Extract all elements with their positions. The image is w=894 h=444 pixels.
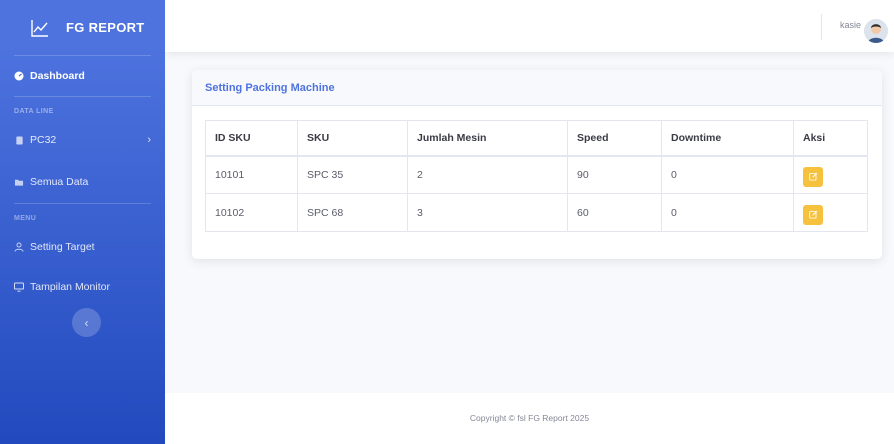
user-name[interactable]: kasie xyxy=(840,20,861,30)
table-row: 10102 SPC 68 3 60 0 xyxy=(205,193,868,232)
copyright-text: Copyright © fsl FG Report 2025 xyxy=(469,413,590,423)
sidebar-item-semua-data[interactable]: Semua Data xyxy=(0,163,165,201)
setting-packing-card: Setting Packing Machine ID SKU SKU Jumla… xyxy=(192,70,882,259)
sidebar: FG REPORT Dashboard DATA LINE PC32 › Sem… xyxy=(0,0,165,444)
cell-jumlah-mesin: 2 xyxy=(407,155,568,194)
edit-icon xyxy=(808,172,817,181)
edit-button[interactable] xyxy=(803,166,823,187)
table-header-aksi: Aksi xyxy=(793,120,868,157)
table-header-id-sku: ID SKU xyxy=(205,120,298,157)
user-avatar-icon xyxy=(864,19,888,43)
table-header-sku: SKU xyxy=(297,120,408,157)
table-row: 10101 SPC 35 2 90 0 xyxy=(205,155,868,194)
sidebar-toggle-button[interactable]: ‹ xyxy=(72,308,101,337)
card-title: Setting Packing Machine xyxy=(192,70,882,106)
topbar-divider xyxy=(821,14,822,40)
brand[interactable]: FG REPORT xyxy=(0,0,165,55)
sidebar-divider xyxy=(14,203,151,204)
chevron-right-icon: › xyxy=(147,134,151,146)
table-header-downtime: Downtime xyxy=(661,120,794,157)
cell-speed: 60 xyxy=(567,193,662,232)
sidebar-heading-menu: MENU xyxy=(14,215,37,222)
sidebar-item-label: Tampilan Monitor xyxy=(30,281,110,293)
file-icon xyxy=(14,135,24,145)
cell-downtime: 0 xyxy=(661,155,794,194)
sidebar-item-label: PC32 xyxy=(30,134,57,146)
edit-icon xyxy=(808,210,817,219)
table-header-speed: Speed xyxy=(567,120,662,157)
cell-sku: SPC 68 xyxy=(297,193,408,232)
cell-aksi xyxy=(793,155,868,194)
cell-aksi xyxy=(793,193,868,232)
sidebar-item-pc32[interactable]: PC32 › xyxy=(0,121,165,159)
tachometer-icon xyxy=(14,71,24,81)
cell-downtime: 0 xyxy=(661,193,794,232)
brand-title: FG REPORT xyxy=(66,20,145,35)
cell-id-sku: 10101 xyxy=(205,155,298,194)
topbar: kasie xyxy=(165,0,894,52)
chevron-left-icon: ‹ xyxy=(84,315,89,330)
table-header-row: ID SKU SKU Jumlah Mesin Speed Downtime A… xyxy=(205,120,868,157)
sidebar-item-dashboard[interactable]: Dashboard xyxy=(0,56,165,96)
sidebar-item-label: Setting Target xyxy=(30,241,95,253)
folder-icon xyxy=(14,177,24,187)
desktop-icon xyxy=(14,282,24,292)
cell-jumlah-mesin: 3 xyxy=(407,193,568,232)
cell-speed: 90 xyxy=(567,155,662,194)
sidebar-divider xyxy=(14,96,151,97)
packing-machine-table: ID SKU SKU Jumlah Mesin Speed Downtime A… xyxy=(205,120,868,232)
sidebar-item-setting-target[interactable]: Setting Target xyxy=(0,228,165,266)
cell-id-sku: 10102 xyxy=(205,193,298,232)
table-header-jumlah-mesin: Jumlah Mesin xyxy=(407,120,568,157)
chart-line-icon xyxy=(31,19,48,37)
footer: Copyright © fsl FG Report 2025 xyxy=(165,393,894,444)
edit-button[interactable] xyxy=(803,204,823,225)
cell-sku: SPC 35 xyxy=(297,155,408,194)
sidebar-item-tampilan-monitor[interactable]: Tampilan Monitor xyxy=(0,268,165,306)
avatar[interactable] xyxy=(864,19,888,43)
sidebar-item-label: Dashboard xyxy=(30,70,85,82)
sidebar-item-label: Semua Data xyxy=(30,176,89,188)
users-cog-icon xyxy=(14,242,24,252)
sidebar-heading-data-line: DATA LINE xyxy=(14,108,54,115)
